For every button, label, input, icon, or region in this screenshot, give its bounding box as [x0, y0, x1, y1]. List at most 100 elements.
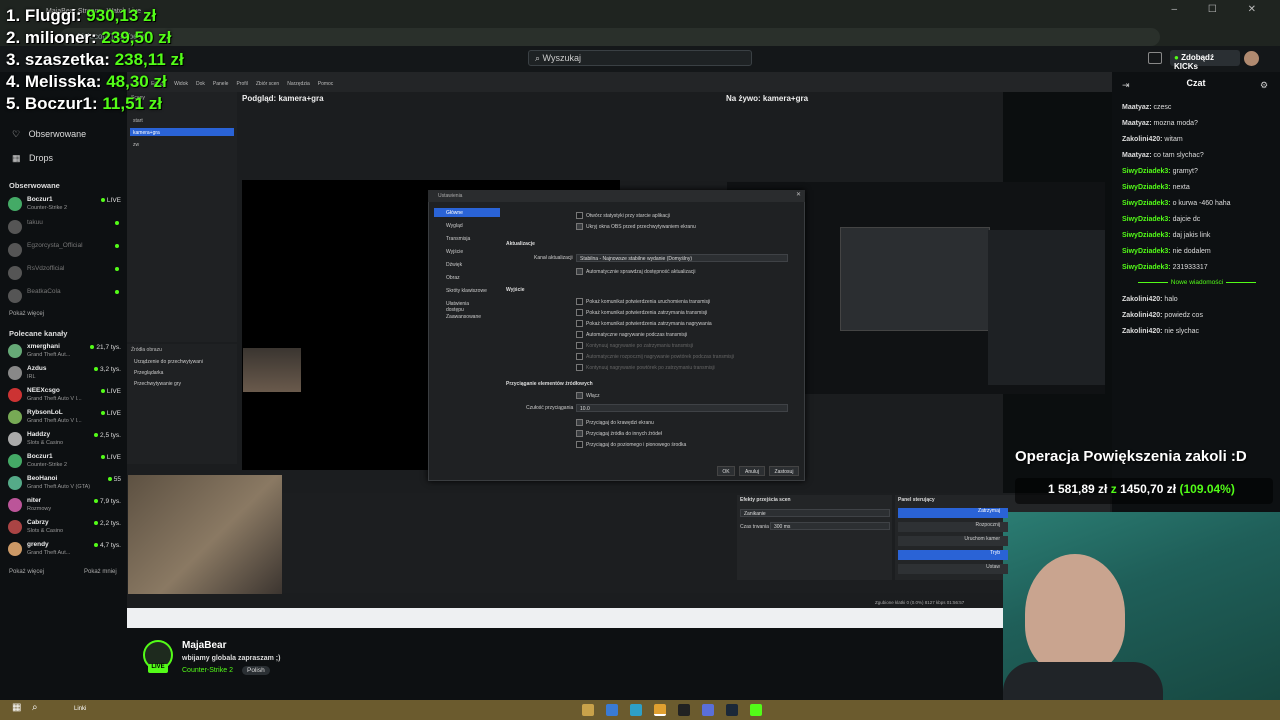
search-input[interactable]: ⌕ Wyszukaj [528, 50, 752, 66]
show-more-button[interactable]: Pokaż więcej [9, 569, 44, 575]
search-taskbar-icon[interactable]: ⌕ [32, 702, 38, 713]
notifications-off-icon[interactable] [115, 289, 121, 296]
show-more-followed[interactable]: Pokaż więcej [9, 311, 44, 317]
chat-username[interactable]: SiwyDziadek3: [1122, 168, 1171, 175]
settings-nav-item[interactable]: Transmisja [434, 234, 500, 243]
obs-menu-item[interactable]: Panele [213, 81, 229, 87]
chat-username[interactable]: SiwyDziadek3: [1122, 184, 1171, 191]
chat-username[interactable]: SiwyDziadek3: [1122, 248, 1171, 255]
chat-username[interactable]: Zakolini420: [1122, 136, 1162, 143]
recommended-channel[interactable]: NEEXcsgo Grand Theft Auto V I... LIVE [8, 386, 123, 406]
settings-nav-item[interactable]: Skróty klawiszowe [434, 286, 500, 295]
chat-username[interactable]: SiwyDziadek3: [1122, 232, 1171, 239]
language-tag[interactable]: Polish [242, 666, 270, 675]
ok-button[interactable]: OK [717, 466, 735, 476]
output-option[interactable]: Pokaż komunikat potwierdzenia zatrzymani… [576, 320, 712, 327]
chat-username[interactable]: Maatyaz: [1122, 104, 1152, 111]
output-option[interactable]: Kontynuuj nagrywanie powtórek po zatrzym… [576, 364, 715, 371]
chat-username[interactable]: Zakolini420: [1122, 296, 1162, 303]
steam-icon[interactable] [726, 704, 738, 716]
stream-category[interactable]: Counter-Strike 2 [182, 667, 233, 674]
close-icon[interactable]: ✕ [796, 191, 801, 198]
chat-username[interactable]: Zakolini420: [1122, 312, 1162, 319]
notifications-off-icon[interactable] [115, 243, 121, 250]
obs-icon[interactable] [678, 704, 690, 716]
settings-nav-item[interactable]: Ułatwienia dostępu [434, 299, 500, 313]
store-icon[interactable] [606, 704, 618, 716]
output-option[interactable]: Kontynuuj nagrywanie po zatrzymaniu tran… [576, 342, 693, 349]
chrome-icon[interactable] [654, 704, 666, 716]
cancel-button[interactable]: Anuluj [739, 466, 765, 476]
followed-channel[interactable]: RsVdzofficial [8, 264, 123, 284]
nav-following[interactable]: ♡ Obserwowane [12, 129, 86, 140]
output-option[interactable]: Pokaż komunikat potwierdzenia zatrzymani… [576, 309, 707, 316]
recommended-channel[interactable]: xmerghani Grand Theft Aut... 21,7 tys. [8, 342, 123, 362]
recommended-channel[interactable]: RybsonLoL Grand Theft Auto V I... LIVE [8, 408, 123, 428]
nav-drops[interactable]: ▦ Drops [12, 153, 53, 164]
recommended-channel[interactable]: Cabrzy Slots & Casino 2,2 tys. [8, 518, 123, 538]
chat-username[interactable]: SiwyDziadek3: [1122, 216, 1171, 223]
file-explorer-icon[interactable] [582, 704, 594, 716]
snap-option[interactable]: Przyciągaj do poziomego i pionowego środ… [576, 441, 686, 448]
recommended-channel[interactable]: grendy Grand Theft Aut... 4,7 tys. [8, 540, 123, 560]
taskbar-links[interactable]: Linki [74, 706, 86, 712]
control-button[interactable]: Rozpocznij [898, 522, 1008, 532]
start-icon[interactable]: ▦ [12, 702, 21, 713]
duration-field[interactable]: 300 ms [770, 522, 890, 530]
sensitivity-field[interactable]: 10.0 [576, 404, 788, 412]
window-controls[interactable]: – ☐ ✕ [1172, 4, 1270, 15]
followed-channel[interactable]: BeatkaCola [8, 287, 123, 307]
user-avatar[interactable] [1244, 51, 1259, 66]
option-auto-update[interactable]: Automatycznie sprawdzaj dostępność aktua… [576, 268, 696, 275]
update-channel-select[interactable]: Stabilna - Najnowsze stabilne wydanie (D… [576, 254, 788, 262]
option-snap-enable[interactable]: Włącz [576, 392, 600, 399]
discord-icon[interactable] [702, 704, 714, 716]
chat-username[interactable]: Zakolini420: [1122, 328, 1162, 335]
control-button[interactable]: Ustaw [898, 564, 1008, 574]
chat-username[interactable]: SiwyDziadek3: [1122, 200, 1171, 207]
address-bar[interactable]: kick.com/majabear [60, 28, 1160, 46]
output-option[interactable]: Automatycznie rozpocznij nagrywanie powt… [576, 353, 734, 360]
obs-menu-item[interactable]: Dok [196, 81, 205, 87]
chat-username[interactable]: Maatyaz: [1122, 120, 1152, 127]
settings-nav-item[interactable]: Wyjście [434, 247, 500, 256]
output-option[interactable]: Automatyczne nagrywanie podczas transmis… [576, 331, 687, 338]
followed-channel[interactable]: Egzorcysta_Official [8, 241, 123, 261]
kick-icon[interactable] [750, 704, 762, 716]
snap-option[interactable]: Przyciągaj do krawędzi ekranu [576, 419, 654, 426]
source-item[interactable]: Przeglądarka [134, 370, 163, 376]
edge-icon[interactable] [630, 704, 642, 716]
control-button[interactable]: Tryb [898, 550, 1008, 560]
settings-nav-item[interactable]: Dźwięk [434, 260, 500, 269]
obs-menu-item[interactable]: Zbiór scen [256, 81, 279, 87]
chat-username[interactable]: Maatyaz: [1122, 152, 1152, 159]
get-kicks-button[interactable]: ● Zdobądź KICKs [1170, 50, 1240, 71]
option-hide-obs[interactable]: Ukryj okna OBS przed przechwytywaniem ek… [576, 223, 696, 230]
followed-channel[interactable]: takuu [8, 218, 123, 238]
obs-menu-item[interactable]: Narzędzia [287, 81, 310, 87]
apply-button[interactable]: Zastosuj [769, 466, 799, 476]
settings-nav-item[interactable]: Obraz [434, 273, 500, 282]
transition-select[interactable]: Zanikanie [740, 509, 890, 517]
recommended-channel[interactable]: BeoHanoi Grand Theft Auto V (GTA) 55 [8, 474, 123, 494]
chat-settings-icon[interactable]: ⚙ [1260, 80, 1268, 91]
show-less-button[interactable]: Pokaż mniej [84, 569, 117, 575]
recommended-channel[interactable]: Boczur1 Counter-Strike 2 LIVE [8, 452, 123, 472]
obs-menu-item[interactable]: Profil [236, 81, 247, 87]
streamer-name[interactable]: MajaBear [182, 640, 226, 651]
snap-option[interactable]: Przyciągaj źródła do innych źródeł [576, 430, 662, 437]
settings-nav-item[interactable]: Główne [434, 208, 500, 217]
recommended-channel[interactable]: Azdus IRL 3,2 tys. [8, 364, 123, 384]
obs-menu-item[interactable]: Widok [174, 81, 188, 87]
chat-username[interactable]: SiwyDziadek3: [1122, 264, 1171, 271]
option-open-stats[interactable]: Otwórz statystyki przy starcie aplikacji [576, 212, 670, 219]
obs-menu-item[interactable]: Pomoc [318, 81, 334, 87]
output-option[interactable]: Pokaż komunikat potwierdzenia uruchomien… [576, 298, 710, 305]
scene-item[interactable]: zw [133, 142, 139, 148]
recommended-channel[interactable]: Haddzy Slots & Casino 2,5 tys. [8, 430, 123, 450]
settings-nav-item[interactable]: Wygląd [434, 221, 500, 230]
followed-channel[interactable]: Boczur1 Counter-Strike 2 LIVE [8, 195, 123, 215]
library-icon[interactable] [1148, 52, 1162, 64]
source-item[interactable]: Przechwytywanie gry [134, 381, 181, 387]
scene-item[interactable]: kamera+gra [133, 130, 160, 136]
